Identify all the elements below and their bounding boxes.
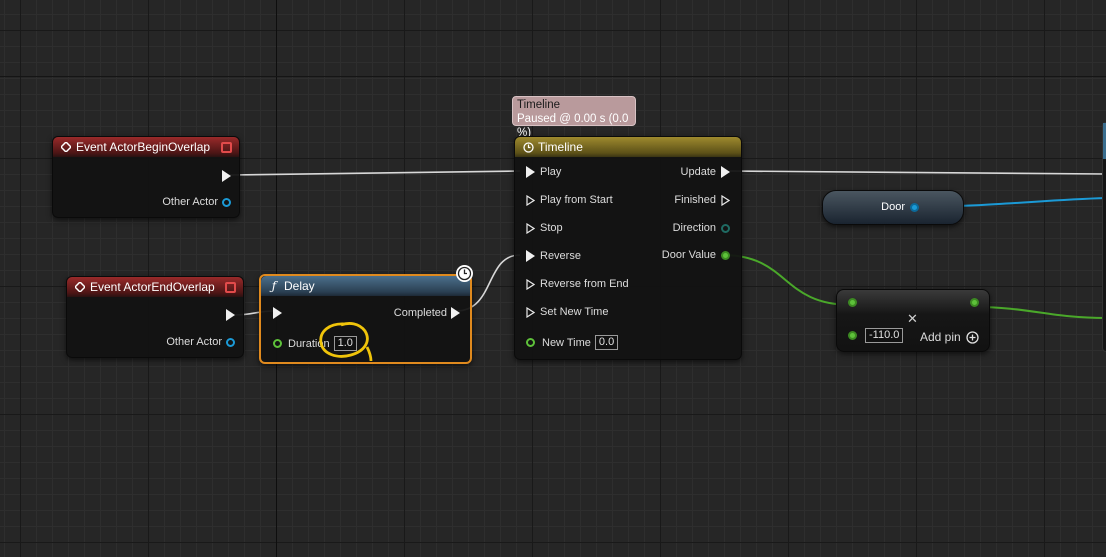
node-title: Event ActorBeginOverlap (76, 140, 211, 154)
float-pin-icon (970, 298, 979, 307)
enum-pin-icon (721, 223, 730, 233)
door-variable-node[interactable]: Door (822, 190, 964, 225)
delegate-pin-icon[interactable] (225, 282, 236, 293)
door-out-pin[interactable]: Door (881, 201, 919, 213)
object-pin-icon (222, 197, 231, 207)
float-pin-icon (526, 338, 535, 347)
node-title: Timeline (538, 140, 583, 154)
exec-in-pin[interactable] (273, 307, 282, 319)
stop-pin[interactable]: Stop (526, 222, 563, 234)
delegate-pin-icon[interactable] (221, 142, 232, 153)
pin-label: Other Actor (166, 336, 222, 348)
exec-arrow-outline-icon (526, 306, 535, 318)
play-from-start-pin[interactable]: Play from Start (526, 194, 613, 206)
event-end-overlap-node[interactable]: Event ActorEndOverlap Other Actor (66, 276, 244, 358)
latent-clock-icon (456, 265, 473, 282)
new-time-input[interactable]: 0.0 (594, 335, 619, 350)
play-pin[interactable]: Play (526, 166, 561, 178)
yellow-highlight-circle (319, 322, 373, 362)
pin-label: Update (680, 166, 716, 178)
pin-label: Finished (674, 194, 716, 206)
other-actor-pin[interactable]: Other Actor (162, 196, 231, 208)
pin-label: New Time (542, 336, 591, 349)
float-wire-add-out (973, 306, 1106, 319)
exec-out-pin[interactable] (226, 309, 235, 321)
event-diamond-icon (59, 142, 73, 152)
exec-out-pin[interactable] (222, 170, 231, 182)
exec-arrow-icon (526, 250, 535, 262)
node-title: Event ActorEndOverlap (90, 280, 215, 294)
pin-label: Door Value (661, 249, 716, 261)
node-header: ƒ Delay (261, 276, 470, 296)
plus-circle-icon (966, 330, 979, 344)
exec-arrow-icon (273, 307, 282, 319)
exec-arrow-outline-icon (526, 222, 535, 234)
float-pin-icon (273, 339, 282, 348)
pin-label: Reverse (540, 250, 581, 262)
object-pin-icon (226, 337, 235, 347)
pin-label: Door (881, 201, 905, 213)
pin-label: Play (540, 166, 562, 178)
tooltip-title: Timeline (517, 99, 561, 111)
timeline-node[interactable]: Timeline Play Play from Start Stop Rever… (514, 136, 742, 360)
clock-icon (521, 141, 535, 153)
float-pin-icon (721, 250, 730, 260)
reverse-pin[interactable]: Reverse (526, 250, 581, 262)
finished-pin[interactable]: Finished (674, 194, 730, 206)
other-actor-pin[interactable]: Other Actor (166, 336, 235, 348)
new-time-pin[interactable]: New Time 0.0 (526, 335, 619, 350)
door-value-pin[interactable]: Door Value (662, 249, 730, 261)
object-pin-icon (910, 202, 919, 212)
node-header: Event ActorEndOverlap (67, 277, 243, 297)
direction-pin[interactable]: Direction (673, 222, 730, 234)
add-float-node[interactable]: -110.0 ✕ Add pin (836, 289, 990, 352)
offscreen-node[interactable] (1102, 122, 1106, 352)
pin-label: Stop (540, 222, 563, 234)
pin-label: Set New Time (540, 306, 609, 318)
pin-label: Completed (393, 307, 447, 319)
pin-label: Add pin (920, 330, 961, 344)
pin-label: Play from Start (540, 194, 613, 206)
exec-arrow-outline-icon (721, 194, 730, 206)
exec-arrow-icon (226, 309, 235, 321)
exec-arrow-icon (222, 170, 231, 182)
node-header: Timeline (515, 137, 741, 157)
float-pin-icon (848, 298, 857, 307)
exec-wire-begin-to-play (228, 170, 521, 176)
pin-label: Reverse from End (540, 278, 629, 290)
event-diamond-icon (73, 282, 87, 292)
update-pin[interactable]: Update (681, 166, 730, 178)
exec-arrow-icon (526, 166, 535, 178)
reverse-from-end-pin[interactable]: Reverse from End (526, 278, 629, 290)
set-new-time-pin[interactable]: Set New Time (526, 306, 608, 318)
function-icon: ƒ (271, 279, 277, 293)
node-title: Delay (284, 279, 315, 293)
add-input-b-pin[interactable]: -110.0 (848, 328, 904, 343)
add-pin-button[interactable]: Add pin (920, 330, 979, 344)
add-input-a-pin[interactable] (848, 298, 857, 307)
timeline-status-tooltip: Timeline Paused @ 0.00 s (0.0 %) (512, 96, 636, 139)
exec-arrow-icon (451, 307, 460, 319)
exec-arrow-outline-icon (526, 278, 535, 290)
pin-label: Direction (672, 222, 716, 234)
exec-arrow-outline-icon (526, 194, 535, 206)
pin-label: Other Actor (162, 196, 218, 208)
add-operator-icon: ✕ (907, 311, 918, 326)
node-header: Event ActorBeginOverlap (53, 137, 239, 157)
completed-pin[interactable]: Completed (394, 307, 460, 319)
add-value-input[interactable]: -110.0 (865, 328, 904, 343)
event-begin-overlap-node[interactable]: Event ActorBeginOverlap Other Actor (52, 136, 240, 218)
exec-wire-update-out (729, 170, 1106, 175)
float-pin-icon (848, 331, 857, 340)
add-output-pin[interactable] (970, 298, 979, 307)
exec-arrow-icon (721, 166, 730, 178)
